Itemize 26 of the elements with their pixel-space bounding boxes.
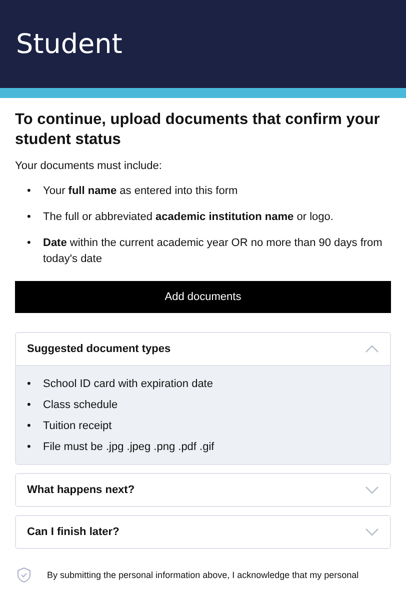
page-title: Student — [16, 28, 122, 60]
accordion-header[interactable]: Suggested document types — [16, 333, 390, 366]
bullet-mark: • — [27, 377, 32, 392]
bullet-mark: • — [27, 419, 32, 434]
bullet-mark: • — [27, 210, 32, 225]
document-type-text: School ID card with expiration date — [43, 377, 213, 392]
bullet-mark: • — [27, 440, 32, 455]
shield-check-icon — [17, 567, 31, 583]
document-type-text: Class schedule — [43, 398, 118, 413]
requirement-text: The full or abbreviated academic institution name or logo. — [43, 210, 334, 225]
accordion-header[interactable]: What happens next? — [16, 474, 390, 506]
requirement-text: Date within the current academic year OR no more than 90 days from today's date — [43, 236, 384, 267]
requirement-text: Your full name as entered into this form — [43, 184, 238, 199]
bullet-mark: • — [27, 236, 32, 251]
add-documents-button[interactable]: Add documents — [15, 281, 391, 313]
chevron-icon — [365, 528, 379, 536]
accordion-header[interactable]: Can I finish later? — [16, 516, 390, 548]
consent-text: By submitting the personal information above, I acknowledge that my personal — [47, 570, 359, 580]
chevron-icon — [365, 345, 379, 353]
document-type-text: Tuition receipt — [43, 419, 112, 434]
bullet-mark: • — [27, 184, 32, 199]
section-heading: To continue, upload documents that confirm your student status — [15, 110, 381, 150]
intro-text: Your documents must include: — [15, 160, 163, 172]
chevron-icon — [365, 486, 379, 494]
bullet-mark: • — [27, 398, 32, 413]
document-type-text: File must be .jpg .jpeg .png .pdf .gif — [43, 440, 214, 455]
